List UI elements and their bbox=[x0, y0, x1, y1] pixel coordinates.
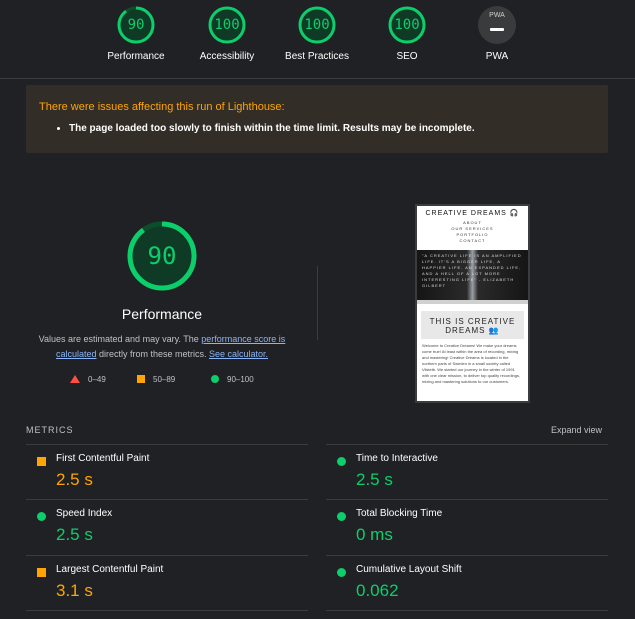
average-square-icon bbox=[37, 568, 46, 577]
screenshot-box: THIS IS CREATIVE DREAMS 👥 bbox=[421, 311, 524, 339]
performance-ring: 90 bbox=[126, 220, 198, 292]
metrics-heading: METRICS bbox=[26, 425, 74, 435]
metric-name: First Contentful Paint bbox=[56, 453, 150, 464]
gauge-label: PWA bbox=[485, 51, 509, 62]
gauge-score: 100 bbox=[214, 17, 240, 33]
divider bbox=[326, 610, 608, 611]
legend-fail-label: 0–49 bbox=[88, 375, 106, 384]
desc-text: Values are estimated and may vary. The bbox=[38, 334, 202, 344]
gauge-best-practices[interactable]: 100 Best Practices bbox=[267, 6, 367, 62]
gauge-ring: 90 bbox=[117, 6, 155, 44]
divider bbox=[26, 610, 308, 611]
average-square-icon bbox=[37, 457, 46, 466]
metric-name: Time to Interactive bbox=[356, 453, 438, 464]
square-icon bbox=[137, 375, 145, 383]
metric-name: Total Blocking Time bbox=[356, 508, 443, 519]
desc-text: directly from these metrics. bbox=[96, 349, 209, 359]
screenshot-quote: "A CREATIVE LIFE IS AN AMPLIFIED LIFE. I… bbox=[422, 253, 522, 288]
warning-item: The page loaded too slowly to finish wit… bbox=[69, 123, 595, 134]
performance-score: 90 bbox=[147, 242, 177, 270]
metric-largest-contentful-paint: Largest Contentful Paint 3.1 s bbox=[26, 556, 306, 610]
screenshot-box-title: THIS IS CREATIVE DREAMS 👥 bbox=[429, 317, 516, 335]
metric-value: 0.062 bbox=[356, 581, 399, 600]
divider bbox=[317, 266, 318, 340]
pass-circle-icon bbox=[337, 457, 346, 466]
metric-value: 2.5 s bbox=[56, 525, 93, 544]
gauge-label: Performance bbox=[107, 51, 165, 62]
legend-average: 50–89 bbox=[137, 374, 175, 386]
metric-value: 3.1 s bbox=[56, 581, 93, 600]
legend-fail: 0–49 bbox=[70, 374, 106, 386]
gauge-seo[interactable]: 100 SEO bbox=[357, 6, 457, 62]
metric-cumulative-layout-shift: Cumulative Layout Shift 0.062 bbox=[326, 556, 606, 610]
score-legend: 0–49 50–89 90–100 bbox=[26, 374, 298, 388]
pwa-dash-icon bbox=[490, 28, 504, 31]
gauge-label: Accessibility bbox=[199, 51, 255, 62]
gauge-performance[interactable]: 90 Performance bbox=[86, 6, 186, 62]
metric-value: 2.5 s bbox=[56, 470, 93, 489]
metric-value: 0 ms bbox=[356, 525, 393, 544]
warning-title: There were issues affecting this run of … bbox=[39, 101, 285, 113]
see-calculator-link[interactable]: See calculator. bbox=[209, 349, 268, 359]
pass-circle-icon bbox=[37, 512, 46, 521]
metric-name: Largest Contentful Paint bbox=[56, 564, 164, 575]
warning-list: The page loaded too slowly to finish wit… bbox=[69, 123, 595, 134]
gauge-label: SEO bbox=[396, 51, 418, 62]
gauge-ring: 100 bbox=[298, 6, 336, 44]
performance-description: Values are estimated and may vary. The p… bbox=[26, 332, 298, 362]
gauge-score: 100 bbox=[394, 17, 420, 33]
screenshot-nav: ABOUT OUR SERVICES PORTFOLIO CONTACT bbox=[417, 220, 528, 244]
gauge-ring: 100 bbox=[388, 6, 426, 44]
screenshot-hero: "A CREATIVE LIFE IS AN AMPLIFIED LIFE. I… bbox=[417, 250, 528, 300]
gauge-score: 100 bbox=[304, 17, 330, 33]
performance-title: Performance bbox=[121, 306, 203, 322]
metric-value: 2.5 s bbox=[356, 470, 393, 489]
legend-pass-label: 90–100 bbox=[227, 375, 254, 384]
screenshot-bar bbox=[417, 300, 528, 304]
final-screenshot[interactable]: CREATIVE DREAMS 🎧 ABOUT OUR SERVICES POR… bbox=[415, 204, 530, 403]
gauge-score: 90 bbox=[127, 17, 145, 33]
pwa-badge-text: PWA bbox=[489, 12, 505, 19]
screenshot-brand: CREATIVE DREAMS 🎧 bbox=[425, 210, 520, 217]
metric-time-to-interactive: Time to Interactive 2.5 s bbox=[326, 445, 606, 499]
gauge-label: Best Practices bbox=[285, 51, 349, 62]
gauge-ring: 100 bbox=[208, 6, 246, 44]
screenshot-nav-item: CONTACT bbox=[459, 238, 486, 243]
category-summary: 90 Performance 100 Accessibility 100 Bes… bbox=[0, 0, 635, 79]
triangle-icon bbox=[70, 375, 80, 383]
gauge-pwa[interactable]: PWA PWA bbox=[447, 6, 547, 62]
pwa-badge-icon: PWA bbox=[478, 6, 516, 44]
performance-gauge: 90 Performance Values are estimated and … bbox=[26, 220, 298, 362]
metric-first-contentful-paint: First Contentful Paint 2.5 s bbox=[26, 445, 306, 499]
metric-name: Cumulative Layout Shift bbox=[356, 564, 462, 575]
pass-circle-icon bbox=[337, 512, 346, 521]
metric-speed-index: Speed Index 2.5 s bbox=[26, 500, 306, 554]
metric-total-blocking-time: Total Blocking Time 0 ms bbox=[326, 500, 606, 554]
legend-average-label: 50–89 bbox=[153, 375, 176, 384]
warning-box: There were issues affecting this run of … bbox=[26, 85, 608, 153]
metric-name: Speed Index bbox=[56, 508, 113, 519]
expand-view-button[interactable]: Expand view bbox=[551, 425, 602, 435]
screenshot-paragraph: Welcome to Creative Dreams! We make your… bbox=[422, 343, 521, 384]
pass-circle-icon bbox=[337, 568, 346, 577]
legend-pass: 90–100 bbox=[211, 374, 254, 386]
gauge-accessibility[interactable]: 100 Accessibility bbox=[177, 6, 277, 62]
circle-icon bbox=[211, 375, 219, 383]
